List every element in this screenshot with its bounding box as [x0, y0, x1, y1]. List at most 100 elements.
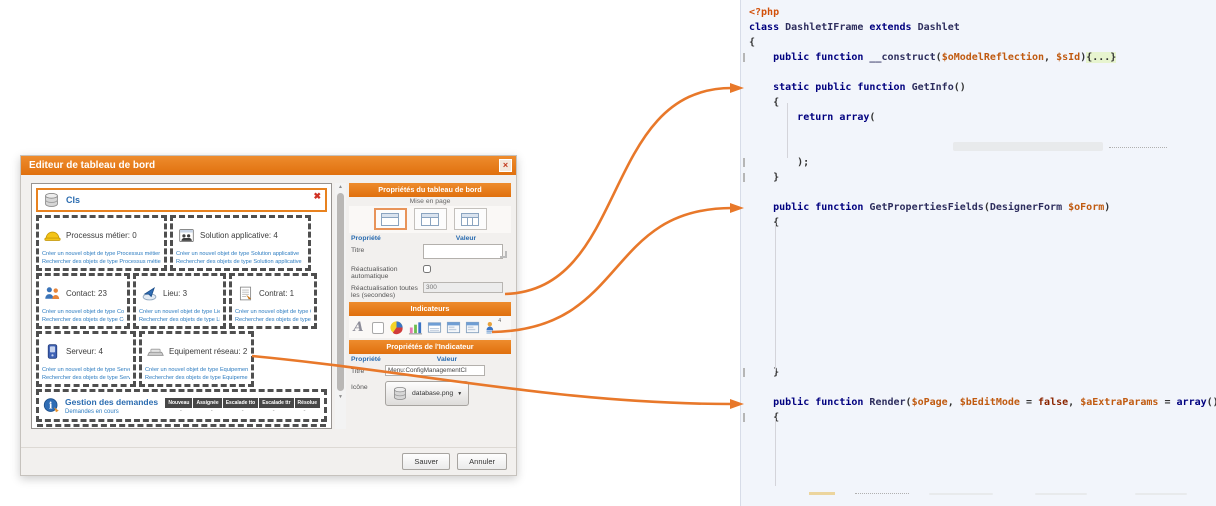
dashlet-link[interactable]: Créer un nouvel objet de type Solution a…	[176, 251, 305, 258]
save-button[interactable]: Sauver	[402, 453, 450, 470]
layout-option-1-columns[interactable]	[374, 208, 407, 230]
indent-guide	[775, 223, 776, 371]
requests-value: -	[227, 408, 258, 414]
chevron-down-icon: ▼	[457, 391, 462, 397]
bar-chart-dashlet-icon[interactable]	[407, 319, 424, 336]
dashboard-title-input[interactable]	[423, 244, 503, 259]
text-dashlet-icon[interactable]: A	[350, 319, 367, 336]
dashlet-link[interactable]: Créer un nouvel objet de type Lieu	[139, 309, 220, 316]
auto-refresh-checkbox[interactable]	[423, 265, 431, 273]
blank-dashlet-icon[interactable]	[369, 319, 386, 336]
badge-dashlet-icon[interactable]: 4	[483, 319, 500, 336]
code-line	[741, 65, 1216, 80]
refresh-seconds-input[interactable]	[423, 282, 503, 293]
indicator-properties-header: Propriétés de l'Indicateur	[349, 340, 511, 354]
people-icon	[44, 285, 61, 302]
icon-dropdown-button[interactable]: database.png ▼	[385, 381, 469, 406]
requests-value: -	[289, 408, 320, 414]
dashlet-title: Lieu: 3	[163, 289, 187, 298]
dashlet-link[interactable]: Rechercher des objets de type Equipement…	[145, 375, 248, 382]
dialog-title: Editeur de tableau de bord	[29, 160, 155, 171]
code-line	[741, 290, 1216, 305]
icon-dropdown-value: database.png	[412, 390, 453, 397]
faded-code-artifact	[1035, 493, 1087, 495]
dashlet-tile[interactable]: Equipement réseau: 2Créer un nouvel obje…	[139, 331, 254, 387]
code-line	[741, 335, 1216, 350]
requests-value: -	[258, 408, 289, 414]
requests-column-header: Nouveau	[165, 398, 192, 408]
dashlet-link[interactable]: Rechercher des objets de type Contact	[42, 317, 124, 324]
faded-code-artifact	[1109, 147, 1167, 148]
dashlet-tile[interactable]: Serveur: 4Créer un nouvel objet de type …	[36, 331, 136, 387]
dashlet-link[interactable]: Rechercher des objets de type Solution a…	[176, 259, 305, 266]
dashlet-tile[interactable]: Contrat: 1Créer un nouvel objet de type …	[229, 273, 317, 329]
code-line	[741, 125, 1216, 140]
indicator-title-label: Titre	[351, 365, 385, 375]
layout-icon	[381, 213, 399, 226]
hardhat-icon	[44, 227, 61, 244]
dashlet-link[interactable]: Créer un nouvel objet de type Contact	[42, 309, 124, 316]
dashlet-link[interactable]: Rechercher des objets de type Contrat	[235, 317, 311, 324]
indicators-toolbar: A4	[349, 316, 511, 338]
code-line: public function __construct($oModelRefle…	[741, 50, 1216, 65]
code-line: }	[741, 365, 1216, 380]
change-marker	[743, 368, 745, 377]
svg-text:i: i	[49, 400, 53, 411]
code-line	[741, 425, 1216, 440]
dashlet-link[interactable]: Créer un nouvel objet de type Equipement…	[145, 367, 248, 374]
indicator-title-input[interactable]	[385, 365, 485, 376]
remove-dashlet-button[interactable]: ✖	[313, 191, 321, 202]
preview-scrollbar[interactable]: ▲ ▼	[335, 183, 346, 429]
dashlet-title: Contact: 23	[66, 289, 107, 298]
dashlet-link[interactable]: Créer un nouvel objet de type Serveur	[42, 367, 130, 374]
object-window-dashlet-alt-icon[interactable]	[464, 319, 481, 336]
dashlet-tile[interactable]: Processus métier: 0Créer un nouvel objet…	[36, 215, 167, 271]
faded-code-artifact	[855, 493, 909, 494]
object-window-dashlet-icon[interactable]	[445, 319, 462, 336]
change-marker	[743, 53, 745, 62]
requests-column-header: Escalade tto	[223, 398, 258, 408]
cancel-button[interactable]: Annuler	[457, 453, 507, 470]
scroll-down-icon[interactable]: ▼	[338, 393, 343, 401]
layout-option-3-columns[interactable]	[454, 208, 487, 230]
contract-icon	[237, 285, 254, 302]
requests-column-header: Escalade ttr	[259, 398, 293, 408]
dashlet-link[interactable]: Rechercher des objets de type Serveur	[42, 375, 130, 382]
dashboard-editor-dialog: Editeur de tableau de bord × CIs ✖ Process…	[20, 155, 517, 476]
dialog-close-button[interactable]: ×	[499, 159, 512, 172]
requests-column-header: Assignée	[193, 398, 221, 408]
pie-chart-dashlet-icon[interactable]	[388, 319, 405, 336]
code-line: }	[741, 170, 1216, 185]
layout-option-2-columns[interactable]	[414, 208, 447, 230]
scrollbar-thumb[interactable]	[337, 193, 344, 391]
faded-code-artifact	[953, 142, 1103, 151]
code-line	[741, 440, 1216, 455]
dashlet-link[interactable]: Rechercher des objets de type Lieu	[139, 317, 220, 324]
scroll-up-icon[interactable]: ▲	[338, 183, 343, 191]
code-line: public function GetPropertiesFields(Desi…	[741, 200, 1216, 215]
dashlet-tile[interactable]: Contact: 23 Créer un nouvel objet de type…	[36, 273, 130, 329]
requests-table: NouveauAssignéeEscalade ttoEscalade ttrR…	[165, 398, 320, 414]
code-line	[741, 455, 1216, 470]
code-line	[741, 320, 1216, 335]
database-icon	[43, 192, 60, 209]
dashlet-link[interactable]: Créer un nouvel objet de type Processus …	[42, 251, 161, 258]
dialog-titlebar[interactable]: Editeur de tableau de bord ×	[21, 156, 516, 175]
dashlet-link[interactable]: Créer un nouvel objet de type Contrat	[235, 309, 311, 316]
code-line: class DashletIFrame extends Dashlet	[741, 20, 1216, 35]
dashboard-title-label: Titre	[351, 244, 423, 254]
requests-link[interactable]: Demandes en cours	[65, 409, 158, 415]
requests-value: -	[196, 408, 227, 414]
dashlet-tile[interactable]: Solution applicative: 4Créer un nouvel o…	[170, 215, 311, 271]
dashlet-tile-requests[interactable]: iGestion des demandesDemandes en coursNo…	[36, 389, 327, 422]
code-line: return array(	[741, 110, 1216, 125]
php-code-panel: <?phpclass DashletIFrame extends Dashlet…	[740, 0, 1216, 506]
dashlet-tile-cis[interactable]: CIs ✖	[36, 188, 327, 212]
dashlet-group-label: CIs	[66, 195, 80, 205]
code-line: public function Render($oPage, $bEditMod…	[741, 395, 1216, 410]
dashlet-tile[interactable]: Lieu: 3 Créer un nouvel objet de type Lie…	[133, 273, 226, 329]
dashlet-link[interactable]: Rechercher des objets de type Processus …	[42, 259, 161, 266]
header-list-dashlet-icon[interactable]	[426, 319, 443, 336]
auto-refresh-label: Réactualisation automatique	[351, 263, 423, 280]
refresh-every-label: Réactualisation toutes les (secondes)	[351, 282, 423, 299]
